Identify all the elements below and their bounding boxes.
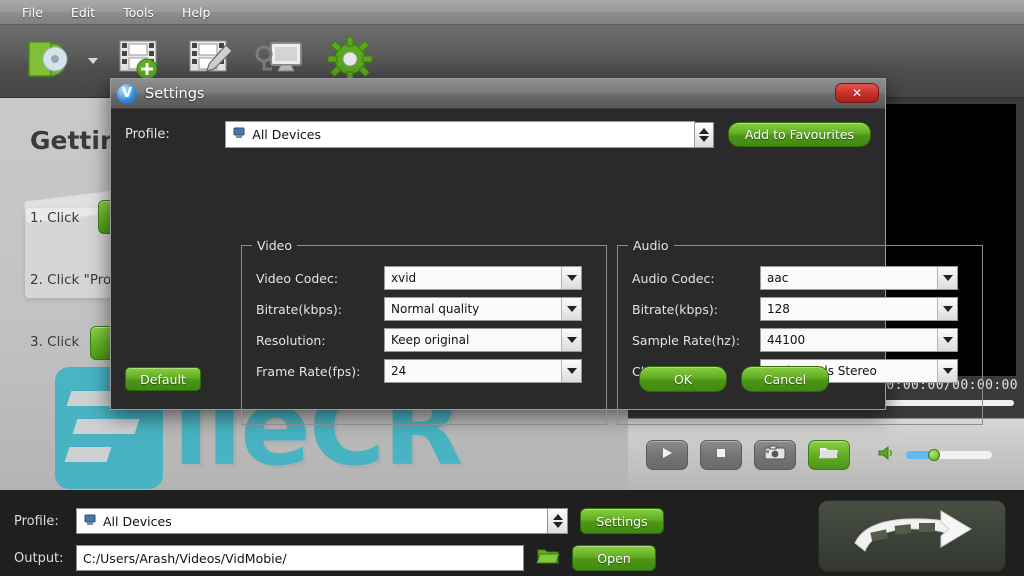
audio-bitrate-select[interactable]: 128 <box>760 297 958 321</box>
bottom-profile-value: All Devices <box>103 513 172 529</box>
speaker-icon[interactable] <box>878 445 896 465</box>
open-button[interactable]: Open <box>572 545 656 571</box>
output-path-value: C:/Users/Arash/Videos/VidMobie/ <box>83 550 287 566</box>
device-icon <box>232 126 246 143</box>
sample-rate-value: 44100 <box>767 333 806 347</box>
video-bitrate-select[interactable]: Normal quality <box>384 297 582 321</box>
volume-knob[interactable] <box>928 448 940 461</box>
chevron-down-icon[interactable] <box>937 329 957 351</box>
menu-item-file[interactable]: File <box>8 2 57 23</box>
audio-codec-label: Audio Codec: <box>632 270 715 286</box>
settings-button[interactable]: Settings <box>580 508 664 534</box>
chevron-down-icon[interactable] <box>561 267 581 289</box>
menu-item-edit[interactable]: Edit <box>57 2 109 23</box>
sample-rate-select[interactable]: 44100 <box>760 328 958 352</box>
video-bitrate-value: Normal quality <box>391 302 480 316</box>
toolbar-dropdown-caret-icon[interactable] <box>88 58 98 64</box>
cancel-button[interactable]: Cancel <box>741 366 829 392</box>
folder-open-icon <box>536 549 560 570</box>
default-button[interactable]: Default <box>125 367 201 391</box>
video-codec-label: Video Codec: <box>256 270 339 286</box>
video-codec-select[interactable]: xvid <box>384 266 582 290</box>
open-folder-button[interactable] <box>808 439 850 470</box>
chevron-up-icon[interactable] <box>552 514 563 520</box>
field-audio-bitrate: Bitrate(kbps): 128 <box>632 297 968 321</box>
field-video-codec: Video Codec: xvid <box>256 266 592 290</box>
settings-dialog: V Settings ✕ Profile: All Devices Add to… <box>110 78 983 425</box>
chevron-down-icon[interactable] <box>937 267 957 289</box>
menu-bar: File Edit Tools Help <box>0 0 1024 25</box>
video-codec-value: xvid <box>391 271 417 285</box>
volume-slider[interactable] <box>906 448 992 461</box>
convert-button[interactable] <box>818 500 1006 572</box>
bottom-profile-spinner[interactable] <box>548 508 568 534</box>
stop-button[interactable] <box>700 439 742 470</box>
chevron-down-icon[interactable] <box>699 135 710 142</box>
chevron-down-icon[interactable] <box>552 522 563 528</box>
dialog-footer: Default OK Cancel <box>111 355 887 409</box>
menu-item-help[interactable]: Help <box>168 2 225 23</box>
dialog-profile-row: Profile: All Devices Add to Favourites <box>111 109 885 148</box>
video-group-title: Video <box>252 238 298 253</box>
output-path-input[interactable]: C:/Users/Arash/Videos/VidMobie/ <box>76 545 524 571</box>
player-control-bar <box>628 418 1024 490</box>
play-icon <box>660 445 674 464</box>
resolution-label: Resolution: <box>256 332 326 348</box>
bottom-profile-input[interactable]: All Devices <box>76 508 548 534</box>
video-bitrate-label: Bitrate(kbps): <box>256 301 342 317</box>
open-folder-icon <box>818 445 839 464</box>
chevron-up-icon[interactable] <box>699 127 710 134</box>
chevron-down-icon[interactable] <box>561 329 581 351</box>
bottom-profile-row: Profile: All Devices Settings <box>14 508 664 534</box>
snapshot-camera-icon <box>764 445 786 465</box>
v-logo-icon: V <box>117 83 137 104</box>
dialog-title: Settings <box>145 85 205 102</box>
audio-group-title: Audio <box>628 238 674 253</box>
chevron-down-icon[interactable] <box>561 298 581 320</box>
audio-bitrate-label: Bitrate(kbps): <box>632 301 718 317</box>
close-icon[interactable]: ✕ <box>835 83 879 103</box>
field-video-bitrate: Bitrate(kbps): Normal quality <box>256 297 592 321</box>
field-sample-rate: Sample Rate(hz): 44100 <box>632 328 968 352</box>
resolution-value: Keep original <box>391 333 470 347</box>
add-to-favourites-button[interactable]: Add to Favourites <box>727 122 872 147</box>
audio-bitrate-value: 128 <box>767 302 790 316</box>
resolution-select[interactable]: Keep original <box>384 328 582 352</box>
audio-codec-value: aac <box>767 271 789 285</box>
volume-control[interactable] <box>878 445 992 465</box>
getting-started-step-3: 3. Click <box>30 334 80 350</box>
menu-item-tools[interactable]: Tools <box>109 2 168 23</box>
snapshot-button[interactable] <box>754 439 796 470</box>
getting-started-step-1: 1. Click <box>30 210 80 226</box>
ok-button[interactable]: OK <box>639 366 727 392</box>
stop-icon <box>714 445 728 464</box>
field-audio-codec: Audio Codec: aac <box>632 266 968 290</box>
device-icon <box>83 513 97 530</box>
dialog-profile-input[interactable]: All Devices <box>225 121 696 148</box>
bottom-output-label: Output: <box>14 550 64 566</box>
chevron-down-icon[interactable] <box>937 360 957 382</box>
open-disc-folder-icon <box>25 36 75 86</box>
bottom-output-row: Output: C:/Users/Arash/Videos/VidMobie/ … <box>14 545 656 571</box>
bottom-profile-label: Profile: <box>14 513 59 529</box>
chevron-down-icon[interactable] <box>937 298 957 320</box>
field-resolution: Resolution: Keep original <box>256 328 592 352</box>
getting-started-step-2: 2. Click "Pro <box>30 272 112 288</box>
browse-folder-button[interactable] <box>536 546 560 570</box>
dialog-profile-value: All Devices <box>252 127 321 142</box>
sample-rate-label: Sample Rate(hz): <box>632 332 740 348</box>
play-button[interactable] <box>646 439 688 470</box>
film-arrow-convert-icon <box>837 505 987 567</box>
audio-codec-select[interactable]: aac <box>760 266 958 290</box>
dialog-profile-spinner[interactable] <box>695 121 714 148</box>
dialog-title-bar[interactable]: V Settings ✕ <box>111 79 885 109</box>
toolbar-open-disc-folder-button[interactable] <box>22 35 78 87</box>
dialog-profile-label: Profile: <box>125 127 170 142</box>
application-window: File Edit Tools Help Getting 1. Click 2.… <box>0 0 1024 576</box>
